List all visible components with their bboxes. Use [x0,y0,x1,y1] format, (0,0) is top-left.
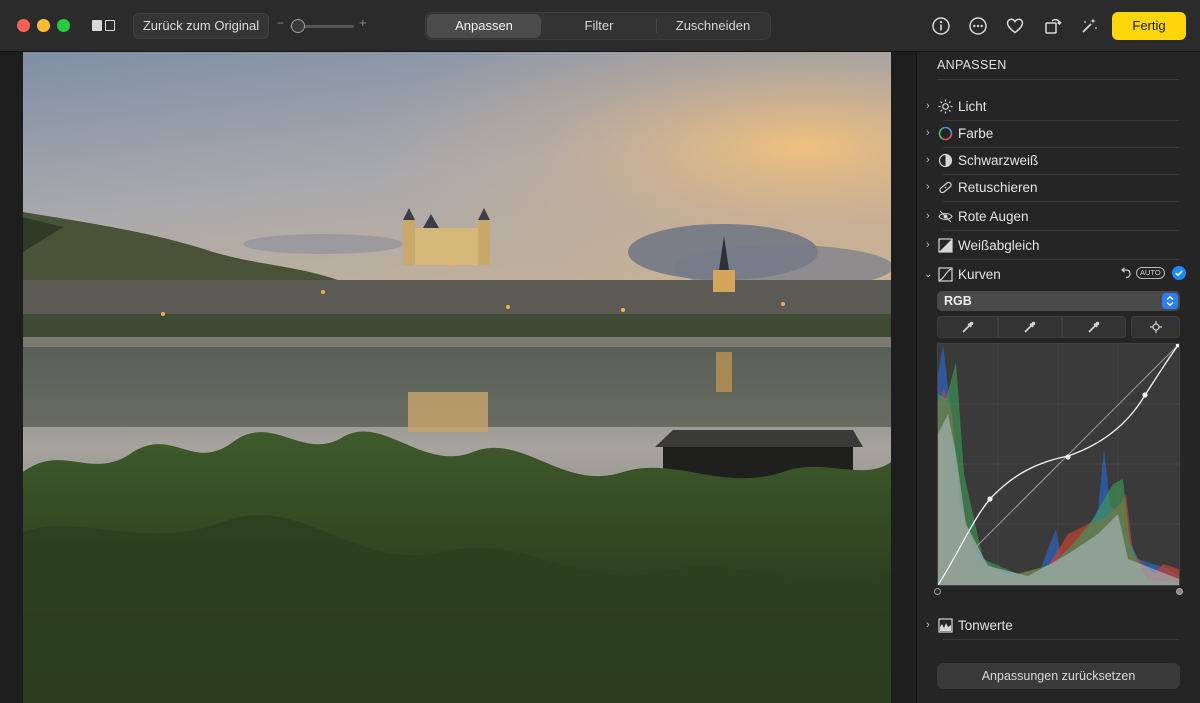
window-minimize-button[interactable] [37,19,50,32]
done-button[interactable]: Fertig [1112,12,1186,40]
white-point-picker[interactable] [1062,316,1126,338]
tab-anpassen[interactable]: Anpassen [427,14,541,38]
gray-point-picker[interactable] [998,316,1062,338]
chevron-right-icon: › [926,100,930,112]
eye-slash-icon [938,209,953,224]
curves-graph[interactable] [937,343,1180,586]
row-divider [943,639,1179,640]
zoom-minus-label: − [277,16,285,30]
more-icon[interactable] [968,16,988,36]
color-ring-icon [938,126,953,141]
rotate-icon[interactable] [1043,16,1063,36]
tab-zuschneiden[interactable]: Zuschneiden [657,14,769,38]
tab-filter[interactable]: Filter [543,14,655,38]
reset-adjustments-button[interactable]: Anpassungen zurücksetzen [937,663,1180,689]
curves-histogram [938,344,1179,585]
heart-icon[interactable] [1005,16,1025,36]
sidebar-item-retuschieren[interactable]: › Retuschieren [923,174,1179,202]
zoom-plus-label: + [359,15,367,30]
sidebar-item-label: Retuschieren [958,180,1038,195]
mode-segmented-control: Anpassen Filter Zuschneiden [425,12,771,40]
crosshair-icon [1149,321,1162,333]
split-view-icon[interactable] [92,18,118,34]
window-zoom-button[interactable] [57,19,70,32]
sun-icon [938,99,953,114]
adjust-sidebar: ANPASSEN › Licht › Farbe › Schwarzweiß ›… [916,52,1200,703]
white-point-handle[interactable] [1176,588,1183,595]
eyedropper-black-icon [961,321,973,333]
eyedropper-group [937,316,1180,338]
curves-channel-select[interactable]: RGB [937,291,1180,311]
checkmark-icon[interactable] [1172,266,1186,280]
sidebar-item-weissabgleich[interactable]: › Weißabgleich [923,232,1179,260]
sidebar-item-schwarzweiss[interactable]: › Schwarzweiß [923,147,1179,175]
undo-icon[interactable] [1119,266,1133,280]
sidebar-item-label: Kurven [958,267,1001,282]
info-icon[interactable] [931,16,951,36]
eyedropper-gray-icon [1024,321,1036,333]
black-point-picker[interactable] [937,316,998,338]
levels-icon [938,618,953,633]
magic-wand-icon[interactable] [1079,16,1099,36]
photo-image [23,52,891,703]
sidebar-item-kurven[interactable]: ⌄ Kurven AUTO [923,261,1186,288]
sidebar-item-tonwerte[interactable]: › Tonwerte [923,612,1179,640]
black-point-handle[interactable] [934,588,941,595]
chevron-right-icon: › [926,181,930,193]
bandage-icon [938,180,953,195]
white-balance-icon [938,238,953,253]
zoom-slider-knob[interactable] [291,19,305,33]
half-circle-icon [938,153,953,168]
chevron-right-icon: › [926,239,930,251]
curves-channel-value: RGB [944,294,972,308]
sidebar-item-farbe[interactable]: › Farbe [923,120,1179,148]
chevron-right-icon: › [926,619,930,631]
window-close-button[interactable] [17,19,30,32]
toolbar: Zurück zum Original − + Anpassen Filter … [0,0,1200,52]
select-stepper-icon [1162,293,1178,309]
row-divider [943,259,1179,260]
chevron-right-icon: › [926,127,930,139]
sidebar-item-rote-augen[interactable]: › Rote Augen [923,203,1179,231]
add-point-picker[interactable] [1131,316,1180,338]
revert-to-original-button[interactable]: Zurück zum Original [133,13,269,39]
chevron-right-icon: › [926,210,930,222]
auto-button[interactable]: AUTO [1136,267,1165,279]
sidebar-item-label: Licht [958,99,987,114]
photo-canvas[interactable] [23,52,891,703]
sidebar-title: ANPASSEN [937,58,1007,72]
sidebar-item-label: Farbe [958,126,994,141]
chevron-down-icon: ⌄ [924,269,933,280]
sidebar-item-label: Weißabgleich [958,238,1040,253]
sidebar-item-label: Schwarzweiß [958,153,1039,168]
curves-icon [938,267,953,282]
sidebar-item-label: Tonwerte [958,618,1013,633]
chevron-right-icon: › [926,154,930,166]
sidebar-title-divider [937,79,1179,80]
sidebar-item-label: Rote Augen [958,209,1029,224]
row-divider [943,201,1179,202]
row-divider [943,230,1179,231]
sidebar-item-licht[interactable]: › Licht [923,93,1179,121]
eyedropper-white-icon [1088,321,1100,333]
